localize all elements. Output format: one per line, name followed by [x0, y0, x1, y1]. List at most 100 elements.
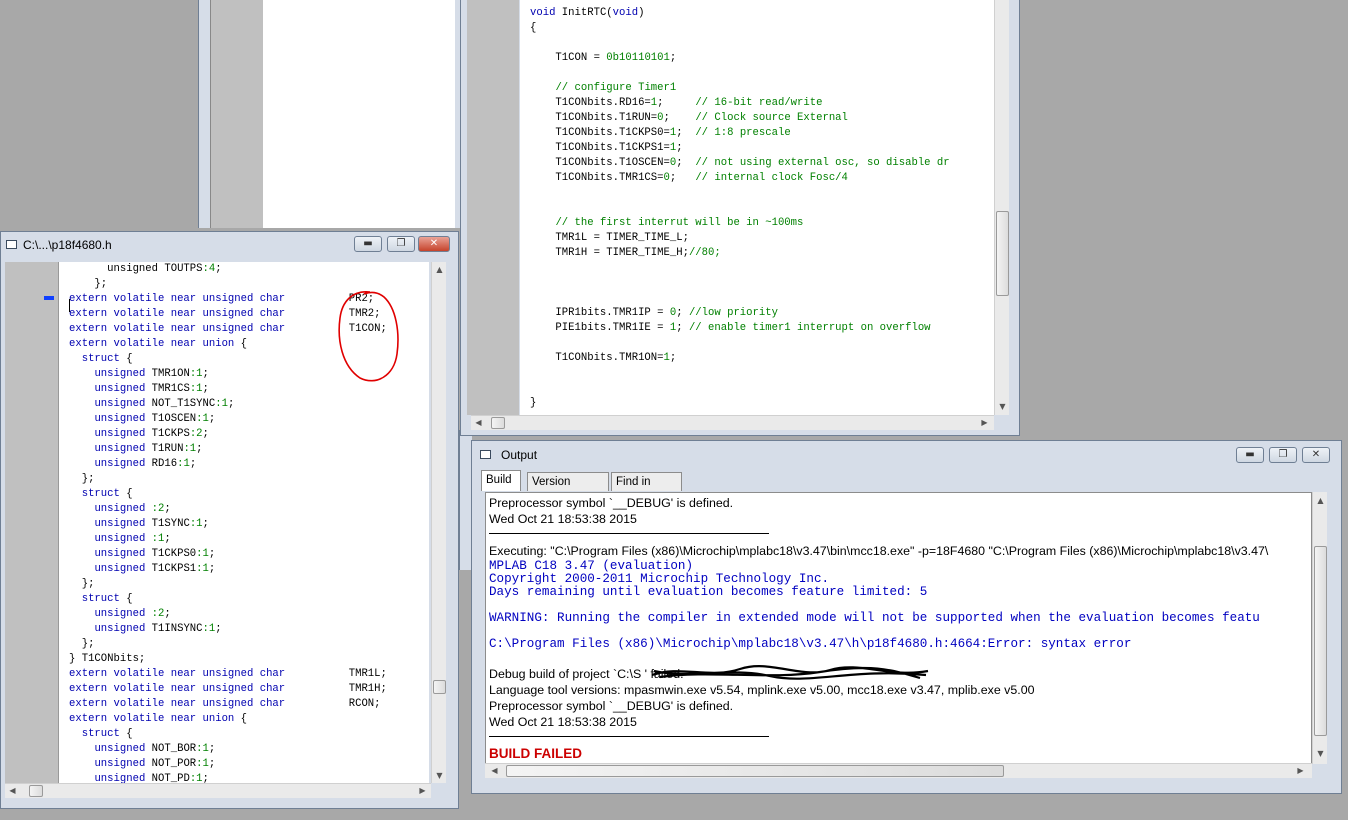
- code-token: unsigned: [94, 368, 146, 380]
- output-tab-strip: Build Version Control Find in Files: [481, 470, 801, 506]
- background-panel-gutter: [210, 0, 263, 228]
- code-token: TOUTPS: [164, 263, 203, 275]
- output-line: Days remaining until evaluation becomes …: [489, 585, 928, 599]
- output-close-button[interactable]: ✕: [1302, 447, 1330, 463]
- code-token: RCON;: [285, 698, 381, 710]
- code-token: ;: [663, 112, 696, 124]
- source-code-line: T1CONbits.TMR1ON=1;: [530, 351, 676, 366]
- source-code-line: }: [530, 396, 536, 411]
- header-file-window: C:\...\p18f4680.h ▬ ❐ ✕ unsigned TOUTPS:…: [0, 231, 459, 809]
- code-token: extern volatile near unsigned char: [69, 683, 286, 695]
- header-code-line: struct {: [69, 352, 133, 367]
- build-output-area[interactable]: Preprocessor symbol `__DEBUG' is defined…: [485, 492, 1312, 764]
- header-vertical-scrollbar[interactable]: ▲ ▼: [431, 262, 446, 783]
- tab-version-control[interactable]: Version Control: [527, 472, 609, 506]
- header-code-area[interactable]: unsigned TOUTPS:4; }; extern volatile nea…: [59, 262, 429, 783]
- output-vertical-scrollbar[interactable]: ▲ ▼: [1312, 492, 1327, 764]
- code-token: unsigned: [94, 743, 146, 755]
- source-vscroll-thumb[interactable]: [996, 211, 1009, 296]
- code-token: unsigned: [94, 398, 146, 410]
- build-status: BUILD FAILED: [489, 746, 582, 761]
- code-token: T1CONbits.T1RUN=: [530, 112, 658, 124]
- code-token: {: [234, 338, 248, 350]
- output-vscroll-thumb[interactable]: [1314, 546, 1327, 736]
- header-vscroll-thumb[interactable]: [433, 680, 446, 694]
- code-token: T1SYNC: [145, 518, 190, 530]
- header-window-title: C:\...\p18f4680.h: [23, 238, 112, 252]
- source-hscroll-thumb[interactable]: [491, 417, 505, 429]
- code-token: extern volatile near unsigned char: [69, 323, 286, 335]
- output-scroll-up-arrow[interactable]: ▲: [1313, 495, 1328, 507]
- code-token: {: [234, 713, 248, 725]
- output-scroll-left-arrow[interactable]: ◀: [487, 765, 502, 777]
- code-token: T1INSYNC: [145, 623, 203, 635]
- code-token: unsigned: [94, 608, 146, 620]
- minimize-button[interactable]: ▬: [354, 236, 382, 252]
- header-horizontal-scrollbar[interactable]: ◀ ▶: [5, 783, 431, 798]
- code-token: {: [119, 728, 133, 740]
- header-scroll-up-arrow[interactable]: ▲: [432, 264, 447, 276]
- output-line: Preprocessor symbol `__DEBUG' is defined…: [489, 699, 734, 713]
- tab-find-in-files[interactable]: Find in Files: [611, 472, 682, 506]
- source-scroll-down-arrow[interactable]: ▼: [995, 401, 1010, 413]
- output-window-titlebar[interactable]: Output ▬ ❐ ✕: [472, 441, 1341, 467]
- output-hscroll-thumb[interactable]: [506, 765, 1004, 777]
- output-scroll-right-arrow[interactable]: ▶: [1293, 765, 1308, 777]
- header-window-titlebar[interactable]: C:\...\p18f4680.h ▬ ❐ ✕: [1, 232, 458, 258]
- source-code-line: T1CONbits.T1CKPS0=1; // 1:8 prescale: [530, 126, 791, 141]
- output-minimize-button[interactable]: ▬: [1236, 447, 1264, 463]
- header-code-line: unsigned NOT_BOR:1;: [69, 742, 215, 757]
- header-code-line: };: [69, 472, 95, 487]
- code-token: :2: [151, 608, 165, 620]
- code-token: {: [530, 22, 537, 34]
- output-line: Wed Oct 21 18:53:38 2015: [489, 512, 637, 526]
- header-code-line: unsigned NOT_POR:1;: [69, 757, 215, 772]
- source-scroll-left-arrow[interactable]: ◀: [471, 417, 486, 429]
- source-code-area[interactable]: void InitRTC(void){ T1CON = 0b10110101; …: [520, 0, 994, 415]
- code-token: void: [612, 7, 639, 19]
- header-scroll-right-arrow[interactable]: ▶: [415, 785, 430, 797]
- source-code-line: void InitRTC(void): [530, 6, 644, 21]
- source-scroll-right-arrow[interactable]: ▶: [977, 417, 992, 429]
- header-code-line: extern volatile near union {: [69, 337, 247, 352]
- source-vertical-scrollbar[interactable]: ▼: [994, 0, 1009, 415]
- code-token: // 1:8 prescale: [695, 127, 791, 139]
- header-scroll-left-arrow[interactable]: ◀: [5, 785, 20, 797]
- code-token: struct: [81, 593, 120, 605]
- code-token: }: [530, 397, 537, 409]
- tab-build[interactable]: Build: [481, 470, 521, 491]
- code-token: IPR1bits.TMR1IP =: [530, 307, 670, 319]
- maximize-button[interactable]: ❐: [387, 236, 415, 252]
- close-button[interactable]: ✕: [418, 236, 450, 252]
- output-scroll-down-arrow[interactable]: ▼: [1313, 748, 1328, 760]
- code-token: ;: [164, 533, 171, 545]
- code-token: TMR1ON: [145, 368, 190, 380]
- output-line: MPLAB C18 3.47 (evaluation): [489, 559, 694, 573]
- code-token: //80;: [688, 247, 721, 259]
- code-token: ;: [227, 398, 235, 410]
- header-code-line: extern volatile near unsigned char TMR1H…: [69, 682, 387, 697]
- output-horizontal-scrollbar[interactable]: ◀ ▶: [485, 763, 1312, 778]
- code-token: ;: [676, 322, 689, 334]
- separator-line: [489, 533, 769, 534]
- current-line-marker-icon: [44, 296, 54, 300]
- output-maximize-button[interactable]: ❐: [1269, 447, 1297, 463]
- code-token: :4: [202, 263, 216, 275]
- source-editor-window: void InitRTC(void){ T1CON = 0b10110101; …: [460, 0, 1020, 436]
- source-horizontal-scrollbar[interactable]: ◀ ▶: [471, 415, 994, 430]
- code-token: extern volatile near union: [69, 338, 235, 350]
- header-code-line: unsigned NOT_T1SYNC:1;: [69, 397, 234, 412]
- code-token: ;: [196, 443, 203, 455]
- header-hscroll-thumb[interactable]: [29, 785, 43, 797]
- code-token: ;: [215, 263, 222, 275]
- output-line: Wed Oct 21 18:53:38 2015: [489, 715, 637, 729]
- code-token: unsigned: [94, 533, 146, 545]
- header-scroll-down-arrow[interactable]: ▼: [432, 770, 447, 782]
- source-code-line: IPR1bits.TMR1IP = 0; //low priority: [530, 306, 778, 321]
- code-token: :1: [196, 413, 209, 425]
- output-window: Output ▬ ❐ ✕ Build Version Control Find …: [471, 440, 1342, 794]
- output-line: Copyright 2000-2011 Microchip Technology…: [489, 572, 830, 586]
